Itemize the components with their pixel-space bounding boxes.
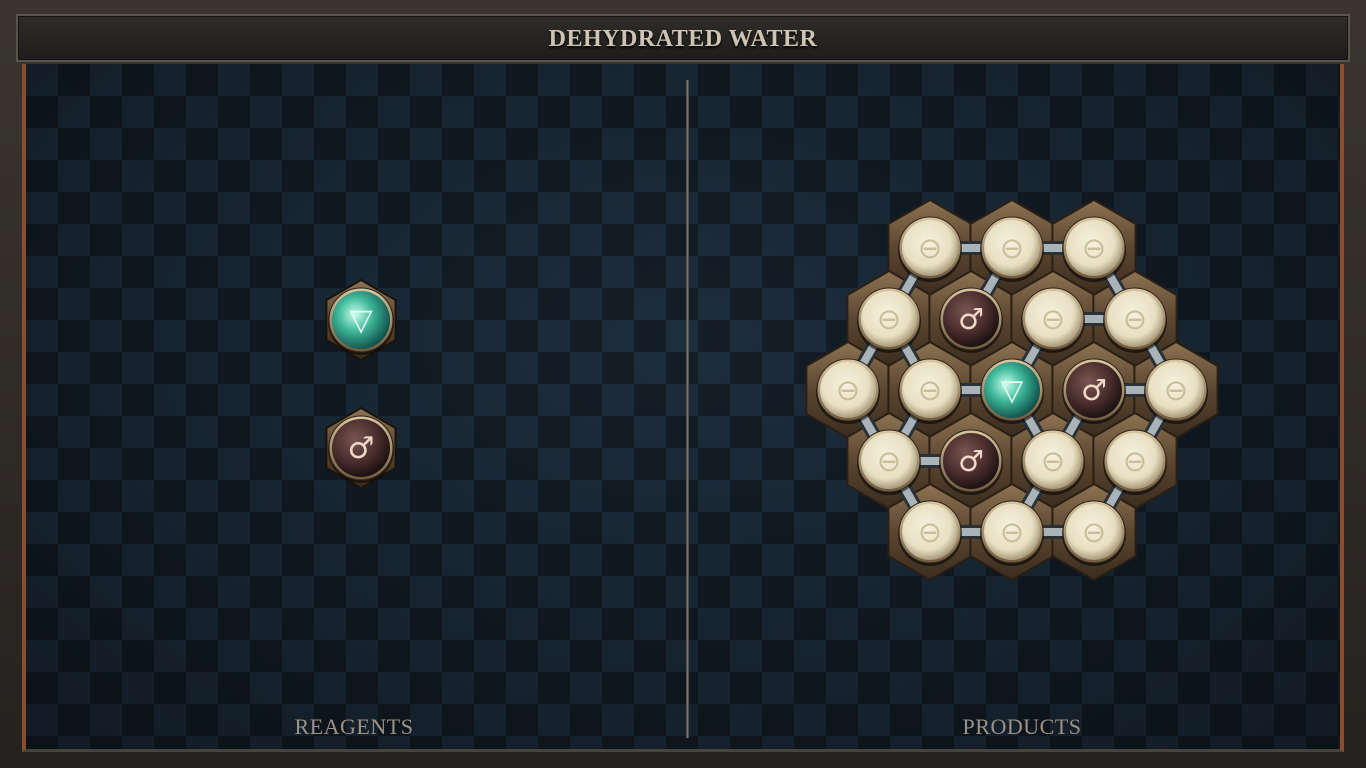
salt-symbol: ⊖ — [1123, 444, 1147, 478]
water-symbol: ▽ — [1001, 373, 1024, 407]
iron-symbol: ♂ — [958, 444, 984, 478]
salt-atom: ⊖ — [1103, 287, 1167, 353]
salt-symbol: ⊖ — [1082, 231, 1106, 265]
salt-atom: ⊖ — [980, 500, 1044, 567]
salt-symbol: ⊖ — [877, 302, 901, 336]
salt-symbol: ⊖ — [918, 515, 942, 549]
salt-symbol: ⊖ — [1164, 373, 1188, 407]
water-atom: ▽ — [980, 358, 1044, 424]
salt-atom: ⊖ — [1062, 500, 1126, 567]
salt-atom: ⊖ — [816, 358, 880, 424]
salt-atom: ⊖ — [898, 358, 962, 424]
salt-atom: ⊖ — [857, 287, 921, 353]
products-panel: ⊖ ⊖ ⊖ ⊖ ♂ ⊖ ⊖ ⊖ ⊖ ▽ ♂ ⊖ ⊖ ♂ ⊖ ⊖ ⊖ ⊖ ⊖ — [26, 64, 1340, 749]
salt-atom: ⊖ — [898, 216, 962, 282]
salt-atom: ⊖ — [980, 216, 1044, 282]
salt-atom: ⊖ — [1021, 429, 1085, 496]
salt-symbol: ⊖ — [1082, 515, 1106, 549]
title-bar: DEHYDRATED WATER — [16, 14, 1350, 62]
iron-symbol: ♂ — [1081, 373, 1107, 407]
products-canvas: ⊖ ⊖ ⊖ ⊖ ♂ ⊖ ⊖ ⊖ ⊖ ▽ ♂ ⊖ ⊖ ♂ ⊖ ⊖ ⊖ ⊖ ⊖ — [805, 198, 1219, 582]
salt-symbol: ⊖ — [1041, 444, 1065, 478]
recipe-board: ▽ ♂ ⊖ ⊖ ⊖ ⊖ ♂ ⊖ ⊖ ⊖ ⊖ ▽ ♂ ⊖ ⊖ ♂ ⊖ ⊖ ⊖ ⊖ ⊖ REAGENTS PRODUCTS — [22, 64, 1344, 752]
salt-atom: ⊖ — [1021, 287, 1085, 353]
iron-symbol: ♂ — [958, 302, 984, 336]
page-title: DEHYDRATED WATER — [548, 26, 818, 52]
products-label: PRODUCTS — [962, 714, 1082, 739]
salt-symbol: ⊖ — [1041, 302, 1065, 336]
salt-atom: ⊖ — [898, 500, 962, 567]
salt-symbol: ⊖ — [918, 231, 942, 265]
salt-symbol: ⊖ — [1000, 231, 1024, 265]
salt-symbol: ⊖ — [1000, 515, 1024, 549]
salt-symbol: ⊖ — [877, 444, 901, 478]
salt-symbol: ⊖ — [1123, 302, 1147, 336]
salt-atom: ⊖ — [1144, 358, 1208, 424]
iron-atom: ♂ — [1062, 358, 1126, 424]
salt-symbol: ⊖ — [836, 373, 860, 407]
iron-atom: ♂ — [939, 287, 1003, 353]
salt-atom: ⊖ — [1062, 216, 1126, 282]
salt-atom: ⊖ — [1103, 429, 1167, 496]
reagents-label: REAGENTS — [294, 714, 414, 739]
iron-atom: ♂ — [939, 429, 1003, 496]
salt-symbol: ⊖ — [918, 373, 942, 407]
salt-atom: ⊖ — [857, 429, 921, 496]
